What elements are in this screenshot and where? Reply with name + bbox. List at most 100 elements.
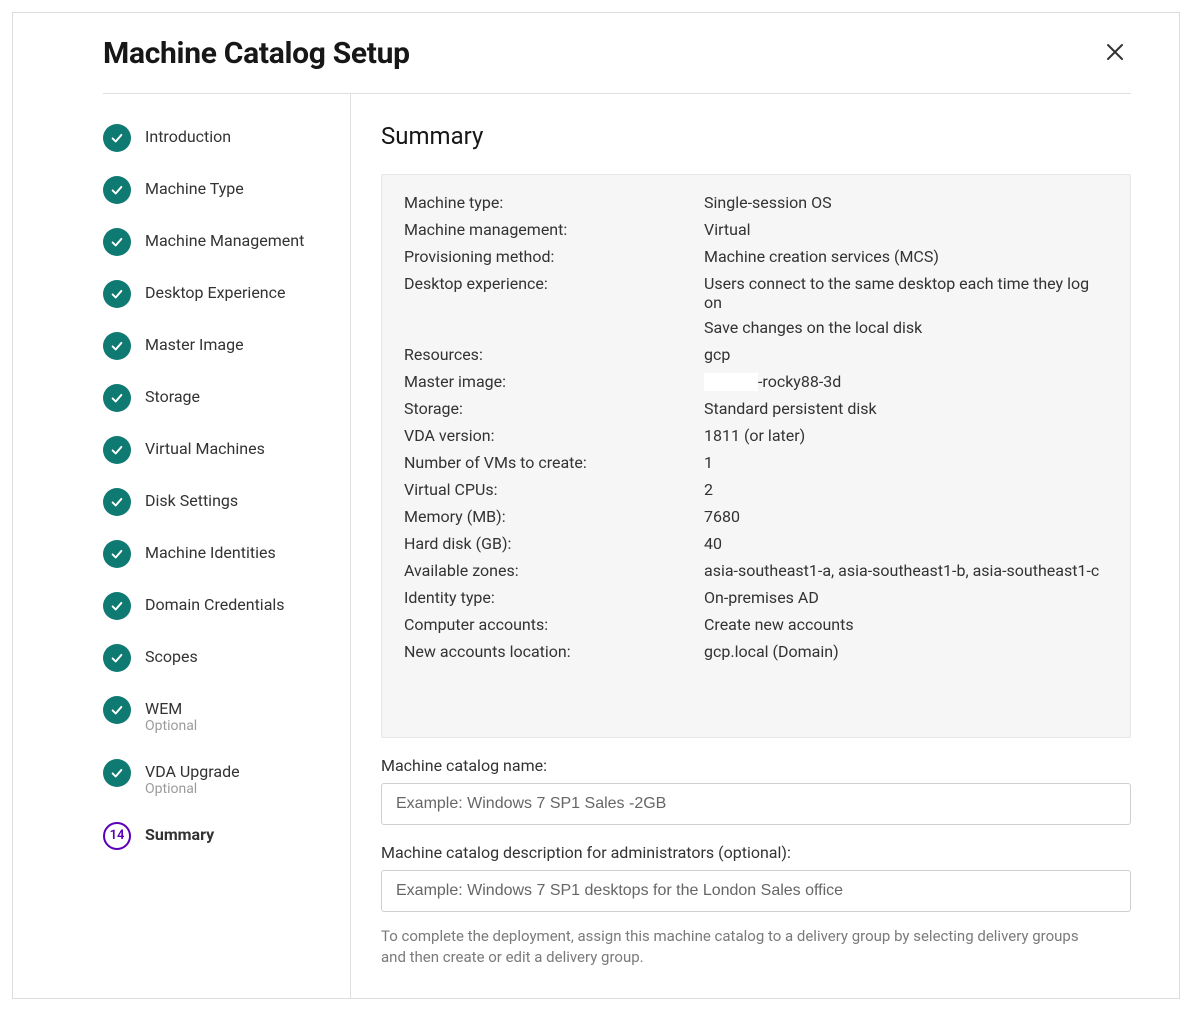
summary-row-label: Hard disk (GB): (404, 534, 704, 553)
close-icon (1105, 42, 1125, 62)
completion-hint: To complete the deployment, assign this … (381, 926, 1101, 968)
summary-row-label: Available zones: (404, 561, 704, 580)
summary-row-label: Computer accounts: (404, 615, 704, 634)
summary-row-value: Virtual (704, 220, 1108, 239)
summary-value-text: 1811 (or later) (704, 426, 805, 445)
summary-value-text: Standard persistent disk (704, 399, 877, 418)
check-icon (103, 540, 131, 568)
summary-row: Storage:Standard persistent disk (404, 395, 1108, 422)
summary-row-label: Number of VMs to create: (404, 453, 704, 472)
wizard-step-virtual-machines[interactable]: Virtual Machines (103, 436, 350, 464)
step-label: Machine Identities (145, 543, 276, 562)
summary-value-text: Single-session OS (704, 193, 832, 212)
summary-value-text: On-premises AD (704, 588, 819, 607)
catalog-description-input[interactable] (381, 870, 1131, 912)
summary-value-text: Machine creation services (MCS) (704, 247, 939, 266)
summary-value-text: 2 (704, 480, 713, 499)
check-icon (103, 176, 131, 204)
summary-row-label: Memory (MB): (404, 507, 704, 526)
summary-panel[interactable]: Machine type:Single-session OSMachine ma… (381, 174, 1131, 738)
summary-value-text: gcp (704, 345, 730, 364)
step-sublabel: Optional (145, 781, 240, 798)
catalog-name-input[interactable] (381, 783, 1131, 825)
step-texts: Summary (145, 822, 214, 844)
summary-value-text: gcp.local (Domain) (704, 642, 839, 661)
summary-row-value: Standard persistent disk (704, 399, 1108, 418)
panel-heading: Summary (381, 122, 1131, 150)
summary-row-value: 1 (704, 453, 1108, 472)
summary-row-value: 7680 (704, 507, 1108, 526)
check-icon (103, 228, 131, 256)
summary-row: Provisioning method:Machine creation ser… (404, 243, 1108, 270)
step-label: Desktop Experience (145, 283, 286, 302)
summary-row: Available zones:asia-southeast1-a, asia-… (404, 557, 1108, 584)
wizard-step-vda-upgrade[interactable]: VDA UpgradeOptional (103, 759, 350, 798)
summary-row: Number of VMs to create:1 (404, 449, 1108, 476)
summary-row-value: Single-session OS (704, 193, 1108, 212)
summary-row-label: VDA version: (404, 426, 704, 445)
wizard-step-machine-management[interactable]: Machine Management (103, 228, 350, 256)
step-texts: Domain Credentials (145, 592, 285, 614)
summary-row: Resources:gcp (404, 341, 1108, 368)
wizard-step-master-image[interactable]: Master Image (103, 332, 350, 360)
summary-row-value: 2 (704, 480, 1108, 499)
summary-value-text: 7680 (704, 507, 740, 526)
wizard-step-disk-settings[interactable]: Disk Settings (103, 488, 350, 516)
summary-value-text-secondary: Save changes on the local disk (704, 318, 1108, 337)
summary-row: Machine management:Virtual (404, 216, 1108, 243)
summary-row-value: Machine creation services (MCS) (704, 247, 1108, 266)
step-texts: VDA UpgradeOptional (145, 759, 240, 798)
check-icon (103, 592, 131, 620)
catalog-description-label: Machine catalog description for administ… (381, 843, 1131, 862)
summary-row: Desktop experience:Users connect to the … (404, 270, 1108, 341)
wizard-step-desktop-experience[interactable]: Desktop Experience (103, 280, 350, 308)
summary-row-value: 40 (704, 534, 1108, 553)
summary-row-label: New accounts location: (404, 642, 704, 661)
summary-row-value: -rocky88-3d (704, 372, 1108, 391)
step-label: Summary (145, 825, 214, 844)
summary-row-label: Resources: (404, 345, 704, 364)
wizard-step-wem[interactable]: WEMOptional (103, 696, 350, 735)
redacted-block (704, 373, 758, 391)
step-texts: Disk Settings (145, 488, 238, 510)
summary-row-label: Storage: (404, 399, 704, 418)
summary-value-text: 1 (704, 453, 713, 472)
wizard-step-introduction[interactable]: Introduction (103, 124, 350, 152)
step-sublabel: Optional (145, 718, 197, 735)
summary-value-text: -rocky88-3d (758, 372, 841, 391)
step-texts: Scopes (145, 644, 198, 666)
summary-row-label: Identity type: (404, 588, 704, 607)
check-icon (103, 332, 131, 360)
summary-row: Master image:-rocky88-3d (404, 368, 1108, 395)
step-label: Domain Credentials (145, 595, 285, 614)
summary-row-value: Users connect to the same desktop each t… (704, 274, 1108, 337)
close-button[interactable] (1099, 33, 1131, 73)
step-label: Virtual Machines (145, 439, 265, 458)
step-label: Machine Type (145, 179, 244, 198)
wizard-step-domain-credentials[interactable]: Domain Credentials (103, 592, 350, 620)
step-label: Storage (145, 387, 200, 406)
wizard-step-machine-type[interactable]: Machine Type (103, 176, 350, 204)
step-texts: WEMOptional (145, 696, 197, 735)
summary-row: Hard disk (GB):40 (404, 530, 1108, 557)
step-texts: Introduction (145, 124, 231, 146)
summary-row-label: Machine management: (404, 220, 704, 239)
summary-value-text: 40 (704, 534, 722, 553)
wizard-step-scopes[interactable]: Scopes (103, 644, 350, 672)
wizard-sidebar: Introduction Machine Type Machine Manageme… (31, 94, 351, 998)
summary-row: Computer accounts:Create new accounts (404, 611, 1108, 638)
step-label: WEM (145, 699, 197, 718)
step-label: Scopes (145, 647, 198, 666)
wizard-step-machine-identities[interactable]: Machine Identities (103, 540, 350, 568)
check-icon (103, 124, 131, 152)
step-label: Machine Management (145, 231, 304, 250)
check-icon (103, 384, 131, 412)
summary-row: New accounts location:gcp.local (Domain) (404, 638, 1108, 665)
wizard-step-summary[interactable]: 14Summary (103, 822, 350, 850)
wizard-step-storage[interactable]: Storage (103, 384, 350, 412)
check-icon (103, 436, 131, 464)
summary-row-value: On-premises AD (704, 588, 1108, 607)
summary-row: Machine type:Single-session OS (404, 189, 1108, 216)
dialog-body: Introduction Machine Type Machine Manageme… (13, 94, 1179, 998)
summary-row-label: Machine type: (404, 193, 704, 212)
